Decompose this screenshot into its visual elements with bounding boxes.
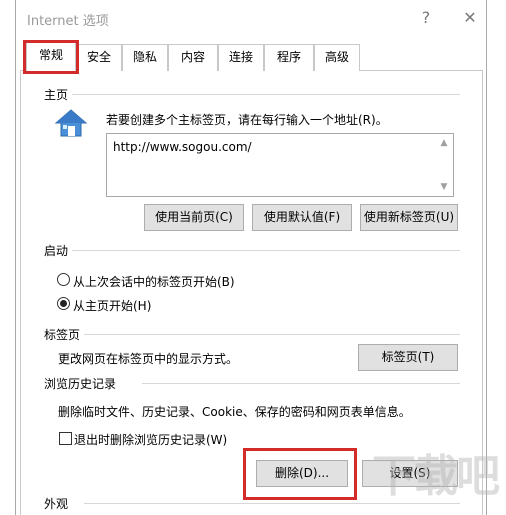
startup-homepage-radio[interactable]	[57, 297, 70, 310]
tab-highlight-annotation	[23, 40, 79, 74]
history-section-label: 浏览历史记录	[44, 377, 117, 391]
use-new-tab-button[interactable]: 使用新标签页(U)	[360, 204, 458, 231]
homepage-section-label: 主页	[44, 88, 69, 102]
delete-on-exit-checkbox[interactable]	[59, 432, 72, 445]
history-section-rule	[142, 383, 460, 384]
startup-last-session-radio[interactable]	[57, 273, 70, 286]
tab-content[interactable]: 内容	[168, 44, 218, 71]
tabs-section-label: 标签页	[44, 328, 81, 342]
tab-security[interactable]: 安全	[76, 44, 122, 71]
tab-advanced[interactable]: 高级	[314, 44, 360, 71]
use-current-page-button[interactable]: 使用当前页(C)	[144, 204, 244, 231]
startup-last-session-label: 从上次会话中的标签页开始(B)	[73, 275, 235, 289]
delete-on-exit-label: 退出时删除浏览历史记录(W)	[74, 433, 228, 447]
homepage-section-rule	[72, 94, 460, 95]
homepage-url-textarea[interactable]: http://www.sogou.com/ ▲ ▼	[106, 133, 454, 197]
startup-homepage-label: 从主页开始(H)	[73, 299, 152, 313]
use-default-button[interactable]: 使用默认值(F)	[252, 204, 352, 231]
dialog-title: Internet 选项	[27, 14, 109, 29]
tabs-description: 更改网页在标签页中的显示方式。	[58, 352, 239, 366]
delete-highlight-annotation	[243, 448, 357, 500]
house-icon	[54, 108, 88, 138]
scroll-down-icon[interactable]: ▼	[439, 182, 449, 192]
tabs-section-rule	[84, 334, 460, 335]
startup-section-label: 启动	[44, 244, 69, 258]
tabs-settings-button[interactable]: 标签页(T)	[358, 344, 458, 371]
homepage-url-value: http://www.sogou.com/	[113, 140, 252, 154]
close-button[interactable]: ✕	[456, 6, 484, 30]
appearance-section-label: 外观	[44, 497, 69, 511]
history-description: 删除临时文件、历史记录、Cookie、保存的密码和网页表单信息。	[58, 405, 411, 419]
homepage-instruction: 若要创建多个主标签页，请在每行输入一个地址(R)。	[106, 113, 388, 127]
help-button[interactable]: ?	[412, 6, 440, 30]
tab-programs[interactable]: 程序	[264, 44, 314, 71]
startup-section-rule	[72, 250, 460, 251]
tab-privacy[interactable]: 隐私	[122, 44, 168, 71]
watermark-logo: 下载吧	[372, 451, 500, 502]
tab-connections[interactable]: 连接	[218, 44, 264, 71]
scroll-up-icon[interactable]: ▲	[439, 138, 449, 148]
